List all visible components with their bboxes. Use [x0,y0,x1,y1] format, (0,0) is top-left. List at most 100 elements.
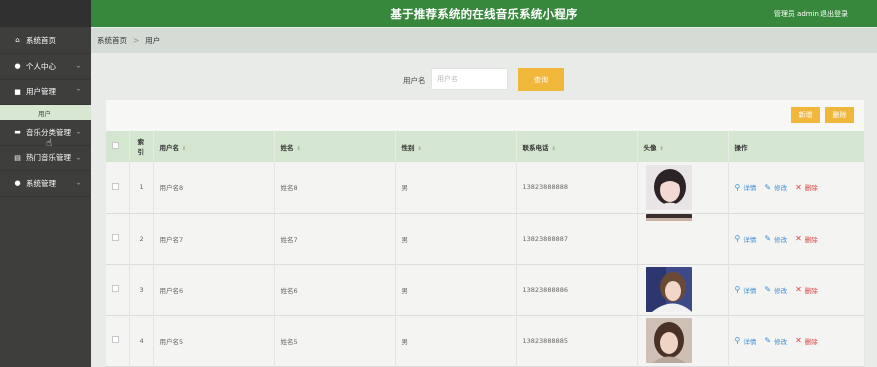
table-header-row: 索引 用户名 ⇕ 姓名 ⇕ 性别 ⇕ 联系电话 ⇕ 头像 ⇕ 操作 [106,131,865,162]
select-all-checkbox[interactable] [112,142,119,149]
close-icon: ✕ [795,182,802,192]
cell-phone: 13823888888 [516,162,638,213]
pencil-icon: ✎ [764,182,772,192]
cell-phone: 13823888886 [516,264,638,315]
cell-name: 姓名8 [274,162,396,213]
mouse-cursor-icon: ☝ [46,138,53,149]
chat-icon: ■ [14,87,21,96]
pencil-icon: ✎ [764,285,772,294]
cell-index: 3 [129,264,154,315]
detail-button[interactable]: ⚲ 详情 [735,285,757,295]
delete-button[interactable]: 删除 [825,107,854,123]
edit-button[interactable]: ✎ 修改 [764,182,787,193]
table-row: 1 用户名8 姓名8 男 13823888888 ⚲ 详情 ✎ 修改 ✕ 删除 [106,162,865,213]
sidebar-item-label: 系统管理 [26,178,56,188]
row-checkbox[interactable] [112,285,119,292]
column-header-actions: 操作 [728,131,865,162]
search-input[interactable] [431,68,508,90]
cell-gender: 男 [395,315,517,366]
sidebar-item-system[interactable]: ● 系统管理 ⌄ [0,171,91,197]
edit-button[interactable]: ✎ 修改 [764,234,787,244]
logout-link[interactable]: 退出登录 [820,9,848,19]
sidebar-item-label: 系统首页 [26,35,56,45]
row-checkbox[interactable] [112,182,119,190]
sidebar-item-hot-music[interactable]: ▤ 热门音乐管理 ⌄ [0,146,91,171]
detail-button[interactable]: ⚲ 详情 [735,336,757,346]
add-button[interactable]: 新增 [791,107,820,123]
table-row: 2 用户名7 姓名7 男 13823888887 ⚲ 详情 ✎ 修改 ✕ 删除 [106,213,865,264]
search-button[interactable]: 查询 [518,68,564,91]
remove-button[interactable]: ✕ 删除 [795,285,818,295]
cell-phone: 13823888885 [516,315,638,366]
chevron-down-icon: ⌄ [75,154,81,162]
search-label: 用户名 [403,76,426,85]
chevron-down-icon: ⌄ [75,179,81,187]
column-header-avatar[interactable]: 头像 ⇕ [637,131,729,162]
edit-button[interactable]: ✎ 修改 [764,285,787,295]
chevron-down-icon: ⌄ [75,128,81,136]
avatar-image [645,318,692,363]
sort-icon: ⇕ [296,145,301,152]
column-header-username[interactable]: 用户名 ⇕ [153,131,275,162]
breadcrumb-separator: > [133,36,140,45]
app-title: 基于推荐系统的在线音乐系统小程序 [390,7,578,21]
row-checkbox[interactable] [112,234,119,241]
remove-button[interactable]: ✕ 删除 [795,234,818,244]
close-icon: ✕ [795,336,802,345]
cell-name: 姓名7 [274,213,396,264]
sort-icon: ⇕ [551,145,556,152]
sort-icon: ⇕ [659,145,664,152]
column-header-gender[interactable]: 性别 ⇕ [395,131,517,162]
breadcrumb-home[interactable]: 系统首页 [97,35,127,46]
cell-index: 1 [129,162,154,213]
sidebar-item-label: 用户管理 [26,87,56,97]
search-icon: ⚲ [734,336,741,345]
chevron-up-icon: ⌃ [75,88,81,96]
cell-name: 姓名5 [274,315,396,366]
sidebar-item-label: 个人中心 [26,61,56,71]
table-row: 4 用户名5 姓名5 男 13823888885 ⚲ 详情 ✎ 修改 ✕ 删除 [106,315,865,366]
detail-button[interactable]: ⚲ 详情 [734,182,757,193]
pencil-icon: ✎ [764,234,772,243]
cell-gender: 男 [395,264,517,315]
doc-icon: ▤ [14,153,21,162]
search-icon: ⚲ [734,182,741,192]
admin-label: 管理员 admin [773,10,819,18]
sort-icon: ⇕ [417,145,422,152]
cell-phone: 13823888887 [516,213,638,264]
sidebar-subitem-user[interactable]: 用户 [0,105,91,120]
chevron-down-icon: ⌄ [75,62,81,70]
main-content: 用户名 查询 新增 删除 索引 用户名⇕ 姓名⇕ 性别⇕ 联系电话⇕ 头像⇕ 操… [91,53,877,367]
sidebar-top [0,0,91,27]
cell-username: 用户名5 [153,315,275,366]
sidebar-item-users[interactable]: ■ 用户管理 ⌃ [0,80,91,105]
user-icon: ● [14,62,21,71]
cell-username: 用户名8 [153,162,275,213]
sidebar-item-home[interactable]: ⌂ 系统首页 [0,27,91,54]
folder-icon: ▬ [14,128,21,137]
close-icon: ✕ [795,234,802,243]
column-header-name[interactable]: 姓名 ⇕ [274,131,396,162]
search-icon: ⚲ [734,234,741,243]
cell-name: 姓名6 [274,264,396,315]
table-row: 3 用户名6 姓名6 男 13823888886 ⚲ 详情 ✎ 修改 ✕ 删除 [106,264,865,315]
edit-button[interactable]: ✎ 修改 [764,336,787,346]
cell-gender: 男 [395,213,517,264]
detail-button[interactable]: ⚲ 详情 [735,234,757,244]
user-table: 索引 用户名 ⇕ 姓名 ⇕ 性别 ⇕ 联系电话 ⇕ 头像 ⇕ 操作 1 用户名8 姓名8 … [106,131,865,367]
sidebar: ⌂ 系统首页 ● 个人中心 ⌄ ■ 用户管理 ⌃ 用户 ▬ 音乐分类管理 ⌄ ▤… [0,0,91,367]
sidebar-item-label: 热门音乐管理 [26,153,71,163]
breadcrumb: 系统首页 > 用户 [91,28,877,53]
search-icon: ⚲ [734,285,741,294]
cell-gender: 男 [395,162,517,213]
remove-button[interactable]: ✕ 删除 [795,336,818,346]
sidebar-item-profile[interactable]: ● 个人中心 ⌄ [0,54,91,80]
breadcrumb-current: 用户 [145,36,161,45]
cell-index: 4 [129,315,154,366]
row-checkbox[interactable] [112,336,119,343]
cell-index: 2 [129,213,154,264]
column-header-index: 索引 [129,131,154,162]
column-header-phone[interactable]: 联系电话 ⇕ [516,131,638,162]
avatar-image [645,164,692,210]
remove-button[interactable]: ✕ 删除 [795,182,818,193]
